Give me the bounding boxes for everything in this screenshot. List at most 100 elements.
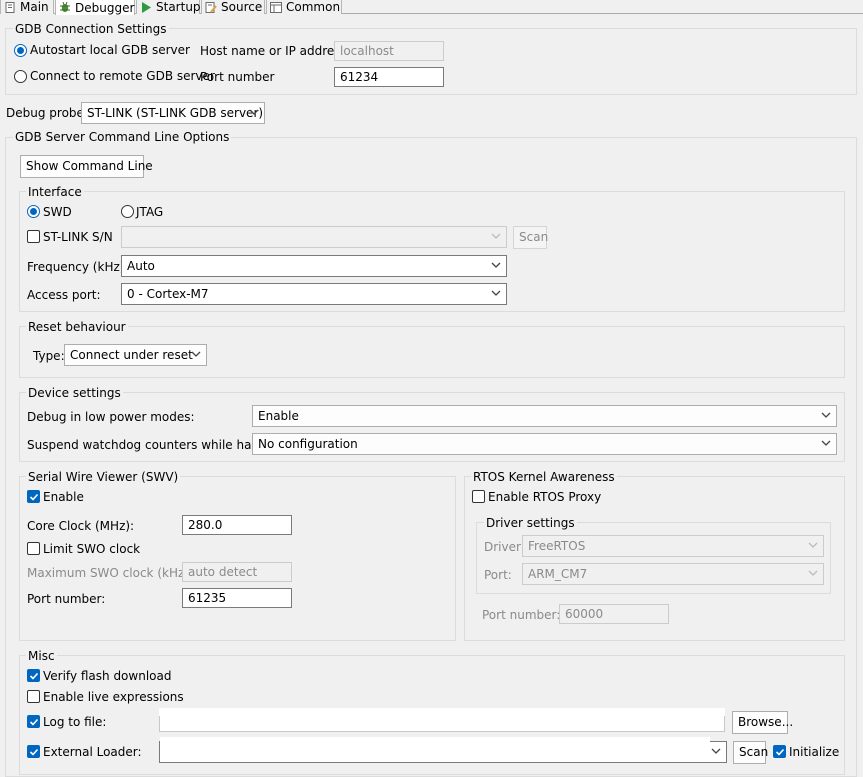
remote-label: Connect to remote GDB server — [30, 69, 215, 83]
chevron-down-icon — [191, 351, 201, 357]
watchdog-label: Suspend watchdog counters while halted: — [27, 438, 279, 452]
swv-title: Serial Wire Viewer (SWV) — [26, 470, 181, 484]
rtos-port-number-input[interactable]: 60000 — [559, 604, 669, 624]
stlink-sn-checkbox[interactable] — [27, 230, 40, 243]
core-clock-input[interactable]: 280.0 — [182, 515, 292, 535]
jtag-label: JTAG — [136, 205, 164, 219]
debug-probe-value: ST-LINK (ST-LINK GDB server) — [87, 106, 264, 120]
driver-select[interactable]: FreeRTOS — [522, 535, 824, 557]
tab-bar: Main Debugger Startup Source Common — [0, 0, 863, 15]
chevron-down-icon — [491, 233, 501, 239]
low-power-value: Enable — [258, 409, 299, 423]
tab-common-label: Common — [286, 0, 341, 14]
redaction-mask — [159, 708, 725, 716]
play-icon — [140, 1, 152, 13]
verify-flash-label: Verify flash download — [43, 669, 172, 683]
tab-source-label: Source — [221, 0, 263, 14]
jtag-radio[interactable] — [121, 205, 134, 218]
swv-enable-checkbox[interactable] — [27, 490, 40, 503]
core-clock-label: Core Clock (MHz): — [27, 519, 135, 533]
live-expr-label: Enable live expressions — [43, 690, 184, 704]
max-swo-input[interactable]: auto detect — [182, 562, 292, 582]
live-expr-checkbox[interactable] — [27, 690, 40, 703]
checkmark-icon — [29, 718, 39, 726]
checkmark-icon — [29, 493, 39, 501]
reset-type-select[interactable]: Connect under reset — [64, 344, 207, 366]
reset-type-value: Connect under reset — [70, 348, 193, 362]
chevron-down-icon — [808, 542, 818, 548]
swd-label: SWD — [43, 205, 72, 219]
swv-port-input[interactable]: 61235 — [182, 588, 292, 608]
gdb-server-options-title: GDB Server Command Line Options — [13, 130, 232, 144]
chevron-down-icon — [821, 412, 831, 418]
tab-main-label: Main — [20, 0, 49, 14]
interface-title: Interface — [26, 185, 84, 199]
swd-radio[interactable] — [27, 205, 40, 218]
access-port-label: Access port: — [27, 288, 101, 302]
tab-main[interactable]: Main — [0, 0, 54, 14]
checkmark-icon — [29, 672, 39, 680]
checkmark-icon — [29, 748, 39, 756]
port-input[interactable]: 61234 — [334, 67, 444, 87]
source-icon — [205, 1, 217, 13]
swv-enable-label: Enable — [43, 490, 84, 504]
gdb-connection-title: GDB Connection Settings — [13, 22, 169, 36]
checkmark-icon — [775, 748, 785, 756]
misc-title: Misc — [26, 649, 57, 663]
driver-label: Driver: — [484, 540, 525, 554]
chevron-down-icon — [711, 748, 721, 754]
rtos-port-select[interactable]: ARM_CM7 — [522, 563, 824, 585]
redaction-mask — [160, 737, 710, 745]
stlink-sn-select[interactable] — [121, 226, 507, 248]
autostart-radio[interactable] — [14, 44, 27, 57]
tab-source[interactable]: Source — [201, 0, 265, 14]
host-label: Host name or IP address — [200, 44, 347, 58]
log-to-file-label: Log to file: — [43, 715, 107, 729]
tab-debugger-label: Debugger — [75, 0, 135, 15]
watchdog-select[interactable]: No configuration — [252, 433, 837, 455]
reset-title: Reset behaviour — [26, 320, 128, 334]
reset-type-label: Type: — [33, 349, 65, 363]
rtos-port-number-label: Port number: — [482, 608, 561, 622]
rtos-proxy-checkbox[interactable] — [472, 490, 485, 503]
browse-button[interactable]: Browse... — [732, 711, 793, 734]
chevron-down-icon — [249, 109, 259, 115]
document-icon — [4, 1, 16, 13]
max-swo-label: Maximum SWO clock (kHz): — [27, 566, 193, 580]
common-icon — [270, 1, 282, 13]
tab-startup-label: Startup — [156, 0, 201, 14]
verify-flash-checkbox[interactable] — [27, 669, 40, 682]
frequency-select[interactable]: Auto — [121, 255, 507, 277]
stlink-sn-label: ST-LINK S/N — [43, 230, 113, 244]
frequency-label: Frequency (kHz): — [27, 260, 129, 274]
low-power-label: Debug in low power modes: — [27, 410, 195, 424]
show-command-line-button[interactable]: Show Command Line — [20, 155, 153, 178]
tab-debugger[interactable]: Debugger — [55, 0, 135, 15]
limit-swo-checkbox[interactable] — [27, 542, 40, 555]
debug-probe-label: Debug probe — [6, 106, 84, 120]
tab-common[interactable]: Common — [266, 0, 342, 14]
tab-startup[interactable]: Startup — [136, 0, 201, 14]
swv-port-label: Port number: — [27, 592, 106, 606]
access-port-select[interactable]: 0 - Cortex-M7 — [121, 283, 507, 305]
low-power-select[interactable]: Enable — [252, 405, 837, 427]
log-to-file-checkbox[interactable] — [27, 715, 40, 728]
initialize-checkbox[interactable] — [773, 745, 786, 758]
loader-scan-button[interactable]: Scan — [733, 741, 768, 764]
autostart-label: Autostart local GDB server — [30, 43, 190, 57]
chevron-down-icon — [821, 440, 831, 446]
remote-radio[interactable] — [14, 70, 27, 83]
external-loader-checkbox[interactable] — [27, 745, 40, 758]
swv-group — [19, 476, 456, 641]
limit-swo-label: Limit SWO clock — [43, 542, 141, 556]
stlink-scan-button[interactable]: Scan — [513, 226, 548, 249]
chevron-down-icon — [808, 570, 818, 576]
debug-probe-select[interactable]: ST-LINK (ST-LINK GDB server) — [81, 102, 265, 124]
watchdog-value: No configuration — [258, 437, 358, 451]
bug-icon — [59, 1, 71, 13]
chevron-down-icon — [491, 262, 501, 268]
access-port-value: 0 - Cortex-M7 — [127, 287, 209, 301]
host-input[interactable]: localhost — [334, 41, 444, 61]
rtos-title: RTOS Kernel Awareness — [471, 470, 617, 484]
device-title: Device settings — [26, 386, 123, 400]
